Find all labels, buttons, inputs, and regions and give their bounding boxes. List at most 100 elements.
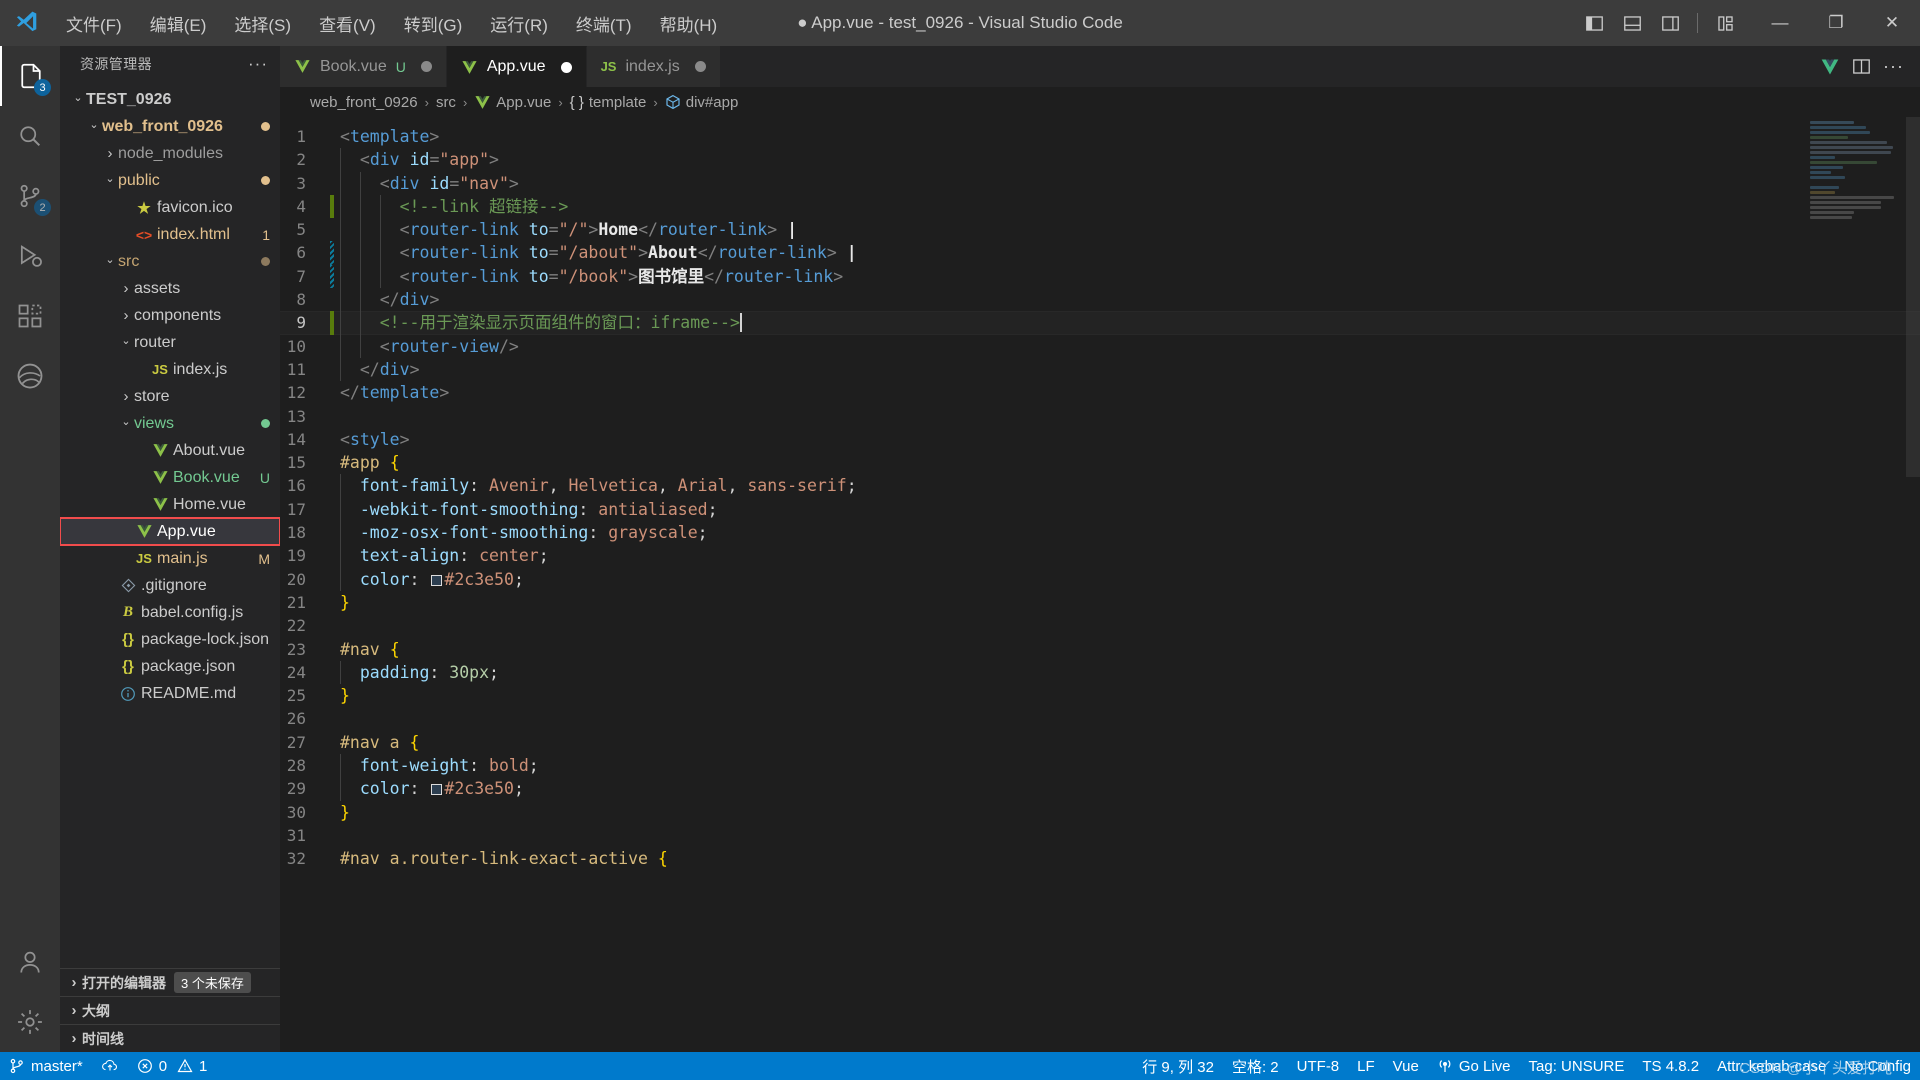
- code-line[interactable]: 18 -moz-osx-font-smoothing: grayscale;: [280, 521, 1920, 545]
- activity-browser[interactable]: [0, 346, 60, 406]
- chevron-right-icon[interactable]: ›: [118, 307, 134, 324]
- minimize-button[interactable]: —: [1752, 0, 1808, 46]
- chevron-down-icon[interactable]: ⌄: [86, 118, 102, 131]
- status-branch[interactable]: master*: [0, 1052, 92, 1080]
- code-content[interactable]: 1 <template> 2 <div id="app"> 3 <div id="na…: [280, 117, 1920, 1052]
- tree-folder-views[interactable]: ⌄ views: [60, 410, 280, 437]
- tree-file-about-vue[interactable]: About.vue: [60, 437, 280, 464]
- tree-folder-router[interactable]: ⌄ router: [60, 329, 280, 356]
- tree-folder-public[interactable]: ⌄ public: [60, 167, 280, 194]
- tab-index-js[interactable]: JS index.js: [586, 46, 721, 87]
- menu-selection[interactable]: 选择(S): [220, 7, 305, 40]
- tree-file-index-html[interactable]: <> index.html 1: [60, 221, 280, 248]
- code-line[interactable]: 14 <style>: [280, 428, 1920, 451]
- status-attr[interactable]: Attr: kebab-case: [1708, 1052, 1835, 1080]
- activity-explorer[interactable]: 3: [0, 46, 60, 106]
- sidebar-section-outline[interactable]: › 大纲: [60, 996, 280, 1024]
- menu-terminal[interactable]: 终端(T): [562, 7, 646, 40]
- tree-folder-store[interactable]: › store: [60, 383, 280, 410]
- code-line[interactable]: 29 color: #2c3e50;: [280, 777, 1920, 801]
- status-bar[interactable]: master* 0 1 行 9, 列 32 空格: 2 UTF-8 LF Vue Go L…: [0, 1052, 1920, 1080]
- code-line[interactable]: 28 font-weight: bold;: [280, 754, 1920, 778]
- tree-file-package-lock-json[interactable]: {} package-lock.json: [60, 626, 280, 653]
- tab-dirty-indicator[interactable]: [694, 61, 706, 72]
- tree-file-package-json[interactable]: {} package.json: [60, 653, 280, 680]
- status-cursor-position[interactable]: 行 9, 列 32: [1133, 1052, 1223, 1080]
- activity-source-control[interactable]: 2: [0, 166, 60, 226]
- editor-scrollbar[interactable]: [1906, 117, 1920, 1052]
- status-go-live[interactable]: Go Live: [1428, 1052, 1520, 1080]
- breadcrumb-src[interactable]: src: [436, 94, 456, 111]
- tree-file-home-vue[interactable]: Home.vue: [60, 491, 280, 518]
- code-line[interactable]: 23 #nav {: [280, 638, 1920, 661]
- tree-folder-web-front-0926[interactable]: ⌄ web_front_0926: [60, 113, 280, 140]
- menu-view[interactable]: 查看(V): [305, 7, 390, 40]
- code-line[interactable]: 5 <router-link to="/">Home</router-link>…: [280, 218, 1920, 242]
- code-line[interactable]: 9 <!--用于渲染显示页面组件的窗口：iframe-->: [280, 311, 1920, 335]
- toggle-secondary-sidebar-icon[interactable]: [1653, 6, 1687, 40]
- breadcrumb-template[interactable]: { } template: [570, 94, 647, 111]
- code-line[interactable]: 4 <!--link 超链接-->: [280, 194, 1920, 219]
- code-line[interactable]: 3 <div id="nav">: [280, 171, 1920, 195]
- tab-dirty-indicator[interactable]: [560, 61, 572, 73]
- menu-go[interactable]: 转到(G): [390, 7, 477, 40]
- menu-help[interactable]: 帮助(H): [646, 7, 732, 40]
- chevron-right-icon[interactable]: ›: [66, 974, 82, 991]
- tab-book-vue[interactable]: Book.vue U: [280, 46, 447, 87]
- code-line[interactable]: 17 -webkit-font-smoothing: antialiased;: [280, 497, 1920, 522]
- chevron-down-icon[interactable]: ⌄: [118, 334, 134, 347]
- chevron-down-icon[interactable]: ⌄: [70, 91, 86, 104]
- status-eol[interactable]: LF: [1348, 1052, 1384, 1080]
- code-line[interactable]: 27 #nav a {: [280, 731, 1920, 754]
- status-encoding[interactable]: UTF-8: [1288, 1052, 1349, 1080]
- status-tag[interactable]: Tag: UNSURE: [1520, 1052, 1634, 1080]
- code-line[interactable]: 1 <template>: [280, 125, 1920, 148]
- code-line[interactable]: 15 #app {: [280, 451, 1920, 474]
- breadcrumb-web-front-0926[interactable]: web_front_0926: [310, 94, 418, 111]
- code-line[interactable]: 13: [280, 405, 1920, 428]
- code-line[interactable]: 2 <div id="app">: [280, 148, 1920, 172]
- layout-controls[interactable]: [1577, 6, 1752, 40]
- tree-folder-node-modules[interactable]: › node_modules: [60, 140, 280, 167]
- run-vue-icon[interactable]: [1820, 57, 1840, 77]
- tree-folder-components[interactable]: › components: [60, 302, 280, 329]
- code-line[interactable]: 12 </template>: [280, 381, 1920, 404]
- tree-file-gitignore[interactable]: .gitignore: [60, 572, 280, 599]
- chevron-down-icon[interactable]: ⌄: [102, 172, 118, 185]
- status-indentation[interactable]: 空格: 2: [1223, 1052, 1288, 1080]
- sidebar-section-timeline[interactable]: › 时间线: [60, 1024, 280, 1052]
- sidebar-section-open-editors[interactable]: › 打开的编辑器 3 个未保存: [60, 968, 280, 996]
- chevron-right-icon[interactable]: ›: [66, 1002, 82, 1019]
- code-line[interactable]: 32 #nav a.router-link-exact-active {: [280, 847, 1920, 870]
- activity-run-debug[interactable]: [0, 226, 60, 286]
- close-button[interactable]: ✕: [1864, 0, 1920, 46]
- tree-file-app-vue[interactable]: App.vue: [60, 517, 280, 546]
- code-line[interactable]: 7 <router-link to="/book">图书馆里</router-l…: [280, 264, 1920, 289]
- code-line[interactable]: 24 padding: 30px;: [280, 660, 1920, 685]
- code-line[interactable]: 19 text-align: center;: [280, 544, 1920, 568]
- sidebar-sections[interactable]: › 打开的编辑器 3 个未保存 › 大纲 › 时间线: [60, 968, 280, 1052]
- color-swatch[interactable]: [431, 784, 443, 796]
- code-editor[interactable]: 1 <template> 2 <div id="app"> 3 <div id="na…: [280, 117, 1920, 1052]
- customize-layout-icon[interactable]: [1708, 6, 1742, 40]
- activity-bar[interactable]: 3 2: [0, 46, 60, 1052]
- code-line[interactable]: 6 <router-link to="/about">About</router…: [280, 241, 1920, 265]
- tab-app-vue[interactable]: App.vue: [446, 46, 587, 87]
- status-sync[interactable]: [92, 1052, 128, 1080]
- breadcrumb[interactable]: web_front_0926 › src › App.vue › { } template › d…: [280, 87, 1920, 117]
- more-actions-icon[interactable]: ···: [1883, 56, 1904, 77]
- tree-file-book-vue[interactable]: Book.vue U: [60, 464, 280, 491]
- code-line[interactable]: 22: [280, 614, 1920, 637]
- code-line[interactable]: 21}: [280, 591, 1920, 614]
- chevron-right-icon[interactable]: ›: [118, 388, 134, 405]
- tree-folder-src[interactable]: ⌄ src: [60, 248, 280, 275]
- color-swatch[interactable]: [431, 574, 443, 586]
- tree-root-test-0926[interactable]: ⌄ TEST_0926: [60, 86, 280, 113]
- code-line[interactable]: 25}: [280, 684, 1920, 707]
- code-line[interactable]: 8 </div>: [280, 288, 1920, 312]
- tab-bar[interactable]: Book.vue U App.vue JS index.js ···: [280, 46, 1920, 87]
- code-line[interactable]: 11 </div>: [280, 357, 1920, 382]
- tree-file-main-js[interactable]: JS main.js M: [60, 545, 280, 572]
- chevron-down-icon[interactable]: ⌄: [118, 415, 134, 428]
- more-actions-icon[interactable]: ···: [248, 54, 268, 74]
